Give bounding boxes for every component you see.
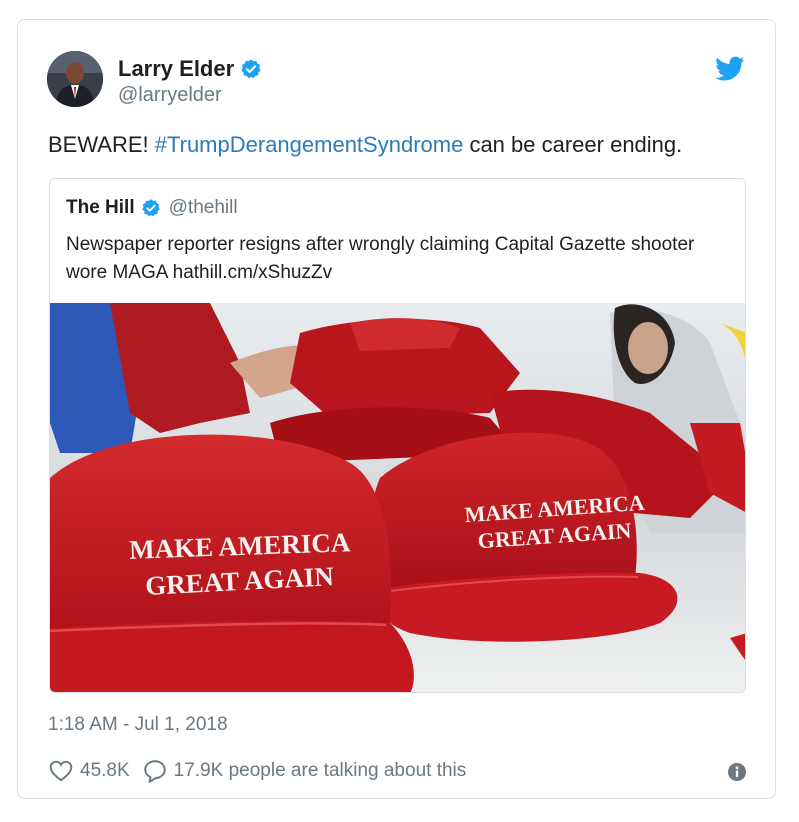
verified-badge-icon	[141, 199, 160, 217]
tweet-timestamp[interactable]: 1:18 AM - Jul 1, 2018	[48, 714, 228, 736]
quoted-handle: @thehill	[168, 197, 238, 218]
tweet-text-prefix: BEWARE!	[48, 132, 155, 157]
speech-bubble-icon[interactable]	[142, 758, 168, 784]
author-handle[interactable]: @larryelder	[118, 84, 222, 107]
tweet-text-suffix: can be career ending.	[463, 132, 683, 157]
quoted-tweet[interactable]: The Hill @thehill Newspaper reporter res…	[49, 178, 746, 693]
info-icon[interactable]	[727, 762, 747, 782]
twitter-bird-icon[interactable]	[715, 56, 745, 82]
reply-action[interactable]: 17.9K people are talking about this	[142, 758, 467, 784]
reply-count-text: 17.9K people are talking about this	[173, 760, 467, 781]
like-action[interactable]: 45.8K	[48, 758, 130, 784]
like-count: 45.8K	[80, 760, 130, 781]
tweet-actions: 45.8K 17.9K people are talking about thi…	[48, 758, 466, 784]
hashtag-link[interactable]: #TrumpDerangementSyndrome	[155, 132, 464, 157]
quoted-display-name: The Hill	[66, 197, 135, 218]
verified-badge-icon	[241, 59, 261, 79]
quoted-author-row: The Hill @thehill	[66, 197, 238, 219]
quoted-tweet-text: Newspaper reporter resigns after wrongly…	[66, 234, 695, 283]
author-name-row[interactable]: Larry Elder	[118, 56, 262, 82]
author-display-name[interactable]: Larry Elder	[118, 56, 234, 82]
heart-icon[interactable]	[48, 758, 74, 784]
embedded-tweet-card: Larry Elder @larryelder BEWARE! #TrumpDe…	[17, 19, 776, 799]
quoted-tweet-image[interactable]: MAKE AMERICA GREAT AGAIN MAKE AMERICA GR…	[50, 303, 746, 693]
tweet-text: BEWARE! #TrumpDerangementSyndrome can be…	[48, 132, 682, 158]
avatar[interactable]	[47, 51, 103, 107]
